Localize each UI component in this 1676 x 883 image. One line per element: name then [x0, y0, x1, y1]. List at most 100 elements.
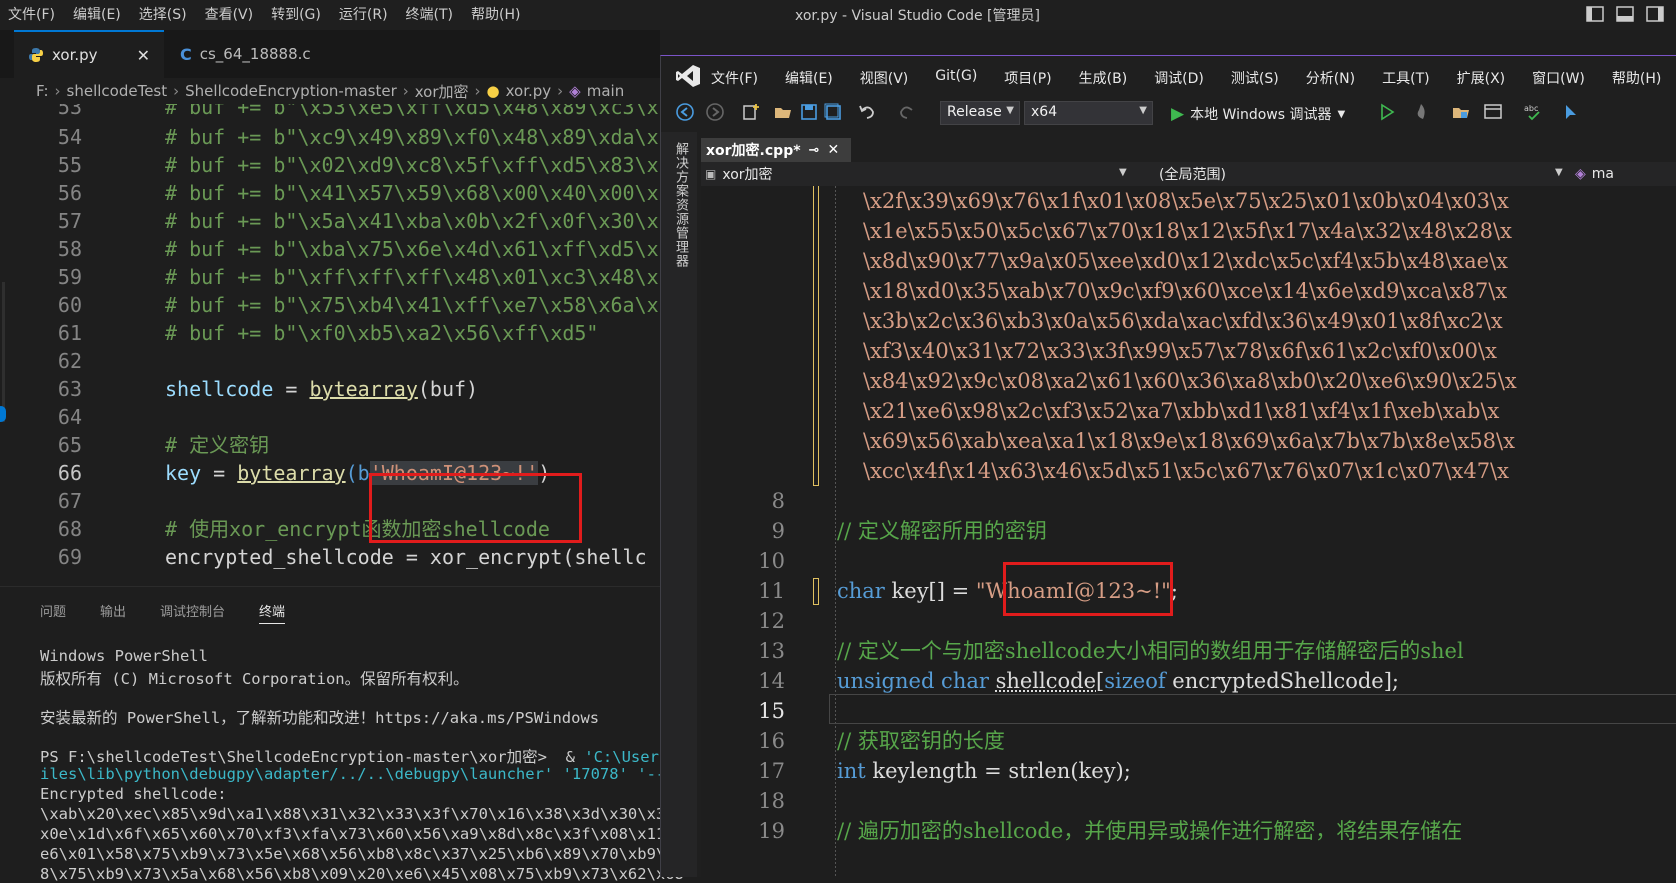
tab-terminal[interactable]: 终端 [259, 601, 286, 624]
code-line: 69 encrypted_shellcode = xor_encrypt(shel… [0, 542, 660, 572]
hex-line: \x18\xd0\x35\xab\x70\x9c\xf9\x60\xce\x14… [863, 279, 1508, 303]
breadcrumb-symbol[interactable]: main [587, 82, 624, 100]
menu-view[interactable]: 查看(V) [205, 4, 254, 24]
breadcrumb-folder[interactable]: shellcodeTest [67, 82, 168, 100]
menu-test[interactable]: 测试(S) [1231, 68, 1279, 88]
python-editor[interactable]: 53 # buf += b"\x53\xe5\xff\xd5\x48\x89\xc… [0, 104, 660, 586]
undo-icon[interactable] [857, 102, 877, 122]
terminal-prompt: PS F:\shellcodeTest\ShellcodeEncryption-… [40, 748, 585, 766]
menu-selection[interactable]: 选择(S) [139, 4, 187, 24]
layout-controls [1586, 6, 1664, 22]
terminal-line: \xab\x20\xec\x85\x9d\xa1\x88\x31\x32\x33… [40, 805, 684, 823]
menu-go[interactable]: 转到(G) [271, 4, 321, 24]
breadcrumb-drive[interactable]: F: [36, 82, 49, 100]
close-icon[interactable]: ✕ [827, 142, 839, 158]
save-icon[interactable] [799, 102, 819, 122]
code-token: strlen [1008, 759, 1071, 783]
project-value: xor加密 [722, 167, 773, 183]
code-line: 54 # buf += b"\xc9\x49\x89\xf0\x48\x89\xd… [0, 122, 660, 152]
pointer-icon[interactable] [1561, 102, 1581, 122]
solution-explorer-label[interactable]: 解决方案资源管理器 [671, 142, 690, 268]
platform-select[interactable]: x64 ▼ [1024, 101, 1153, 125]
tab-problems[interactable]: 问题 [40, 601, 66, 624]
tab-xor-py[interactable]: xor.py ✕ [14, 30, 164, 78]
menu-build[interactable]: 生成(B) [1079, 68, 1128, 88]
code-token: (b [345, 461, 370, 485]
tab-output[interactable]: 输出 [100, 601, 126, 624]
code-token: [ [1096, 669, 1105, 693]
scope-dropdown[interactable]: (全局范围) ▼ [1159, 164, 1569, 184]
menu-help[interactable]: 帮助(H) [471, 4, 520, 24]
back-icon[interactable] [675, 102, 695, 122]
menu-terminal[interactable]: 终端(T) [406, 4, 453, 24]
play-icon: ▶ [1171, 104, 1185, 124]
menu-git[interactable]: Git(G) [935, 68, 977, 88]
line-text: # buf += b"\x53\xe5\xff\xd5\x48\x89\xc3\… [165, 104, 659, 119]
toggle-sidebar-icon[interactable] [1586, 6, 1604, 22]
tab-debug-console[interactable]: 调试控制台 [160, 601, 225, 624]
terminal-line: 安装最新的 PowerShell，了解新功能和改进！https://aka.ms… [40, 709, 600, 727]
toggle-panel-icon[interactable] [1616, 6, 1634, 22]
start-without-debugging-icon[interactable] [1377, 102, 1397, 122]
member-dropdown[interactable]: ◈ ma [1575, 164, 1675, 184]
symbol-icon: ◈ [569, 82, 581, 100]
menu-file[interactable]: 文件(F) [711, 68, 758, 88]
line-number: 65 [57, 433, 82, 457]
hot-reload-icon[interactable] [1411, 102, 1431, 122]
code-token: keylength [872, 759, 978, 783]
spell-check-icon[interactable]: abc [1523, 102, 1545, 122]
document-tabs: xor加密.cpp* ⊸ ✕ [701, 138, 1676, 164]
code-token: (buf) [417, 377, 479, 401]
start-debugging-button[interactable]: ▶ 本地 Windows 调试器 ▼ [1171, 104, 1345, 124]
pin-icon[interactable]: ⊸ [809, 143, 820, 158]
line-number: 61 [57, 321, 82, 345]
menu-extensions[interactable]: 扩展(X) [1457, 68, 1506, 88]
window-layout-icon[interactable] [1483, 102, 1505, 122]
chevron-down-icon: ▼ [1337, 108, 1346, 120]
line-number: 14 [758, 669, 785, 693]
toggle-secondary-sidebar-icon[interactable] [1646, 6, 1664, 22]
hex-line: \x1e\x55\x50\x5c\x67\x70\x18\x12\x5f\x17… [863, 219, 1512, 243]
forward-icon[interactable] [705, 102, 725, 122]
window-title: xor.py - Visual Studio Code [管理员] [795, 8, 1040, 24]
solution-explorer-icon[interactable] [1451, 102, 1471, 122]
menu-run[interactable]: 运行(R) [339, 4, 388, 24]
configuration-select[interactable]: Release ▼ [940, 101, 1020, 125]
line-number: 16 [758, 729, 785, 753]
menu-edit[interactable]: 编辑(E) [73, 4, 121, 24]
line-number: 64 [57, 405, 82, 429]
menu-file[interactable]: 文件(F) [8, 4, 55, 24]
project-dropdown[interactable]: ▣ xor加密 ▼ [705, 164, 1133, 184]
breadcrumb-file[interactable]: xor.py [506, 82, 552, 100]
save-all-icon[interactable] [823, 102, 843, 122]
open-folder-icon[interactable] [773, 102, 793, 122]
code-line: 58 # buf += b"\xba\x75\x6e\x4d\x61\xff\xd… [0, 234, 660, 264]
menu-help[interactable]: 帮助(H) [1612, 68, 1661, 88]
code-token: key [165, 461, 202, 485]
line-text: // 定义一个与加密shellcode大小相同的数组用于存储解密后的shel [837, 639, 1464, 663]
terminal-line: Encrypted shellcode: [40, 785, 227, 803]
close-icon[interactable]: ✕ [137, 46, 150, 65]
tab-cs-64-18888-c[interactable]: C cs_64_18888.c [166, 30, 340, 78]
menu-project[interactable]: 项目(P) [1004, 68, 1051, 88]
terminal-line: PS F:\shellcodeTest\ShellcodeEncryption-… [40, 745, 678, 767]
new-item-icon[interactable] [741, 102, 761, 122]
breadcrumb-folder[interactable]: ShellcodeEncryption-master [185, 82, 397, 100]
code-token: key[] = [884, 579, 976, 603]
menu-view[interactable]: 视图(V) [860, 68, 909, 88]
menu-window[interactable]: 窗口(W) [1532, 68, 1585, 88]
platform-value: x64 [1031, 104, 1058, 120]
line-text: shellcode = bytearray(buf) [165, 374, 478, 404]
menu-debug[interactable]: 调试(D) [1154, 68, 1204, 88]
hex-line: \x8d\x90\x77\x9a\x05\xee\xd0\x12\xdc\x5c… [863, 249, 1508, 273]
cpp-editor[interactable]: \x2f\x39\x69\x76\x1f\x01\x08\x5e\x75\x25… [701, 186, 1676, 877]
menu-tools[interactable]: 工具(T) [1382, 68, 1429, 88]
tab-xor-cpp[interactable]: xor加密.cpp* ⊸ ✕ [701, 138, 851, 162]
code-line: 9 // 定义解密所用的密钥 [701, 516, 1676, 546]
breadcrumb-folder[interactable]: xor加密 [415, 81, 469, 102]
redo-icon[interactable] [897, 102, 917, 122]
menu-edit[interactable]: 编辑(E) [785, 68, 833, 88]
menu-analyze[interactable]: 分析(N) [1306, 68, 1355, 88]
chevron-down-icon: ▼ [1139, 105, 1147, 116]
bottom-panel: 问题 输出 调试控制台 终端 Windows PowerShell 版权所有 (… [0, 586, 684, 883]
